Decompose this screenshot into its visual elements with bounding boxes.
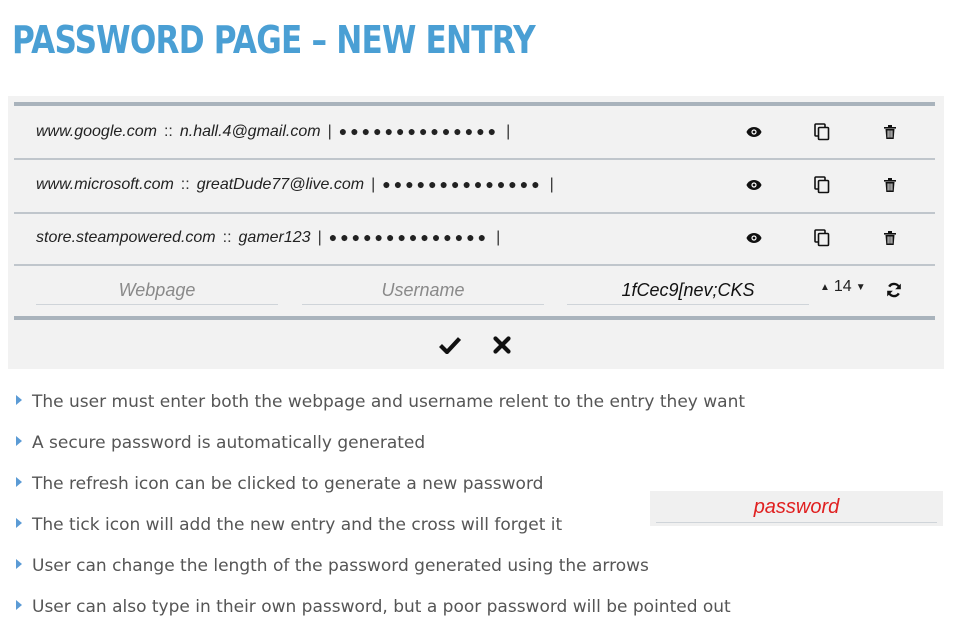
- password-input[interactable]: 1fCec9[nev;CKS: [567, 276, 809, 305]
- entry-username: greatDude77@live.com: [196, 176, 365, 193]
- bullet-item: User can change the length of the passwo…: [16, 556, 649, 576]
- eye-icon[interactable]: [744, 175, 764, 195]
- bullet-text: User can change the length of the passwo…: [32, 556, 649, 576]
- entry-separator: ::: [180, 176, 190, 193]
- entry-masked-password: ●●●●●●●●●●●●●●: [338, 123, 500, 139]
- username-input[interactable]: Username: [302, 276, 544, 305]
- entry-pipe-end: |: [496, 229, 501, 246]
- bullet-arrow-icon: [16, 518, 22, 528]
- length-stepper: ▲ 14 ▼: [820, 278, 866, 296]
- entry-separator: ::: [163, 123, 173, 140]
- bullet-text: The refresh icon can be clicked to gener…: [32, 474, 544, 494]
- bullet-item: User can also type in their own password…: [16, 597, 731, 617]
- bottom-divider: [14, 316, 935, 320]
- bullet-arrow-icon: [16, 436, 22, 446]
- length-decrease-arrow-icon[interactable]: ▼: [856, 282, 866, 293]
- password-entry-row: www.google.com:: n.hall.4@gmail.com | ●●●●●…: [14, 106, 935, 158]
- trash-icon[interactable]: [880, 122, 900, 142]
- entry-text: www.google.com:: n.hall.4@gmail.com | ●●●●●…: [36, 123, 517, 141]
- entry-site: www.google.com: [36, 123, 157, 140]
- copy-icon[interactable]: [812, 228, 832, 248]
- bullet-item: The user must enter both the webpage and…: [16, 392, 745, 412]
- bullet-text: The tick icon will add the new entry and…: [32, 515, 563, 535]
- entry-pipe-end: |: [506, 123, 511, 140]
- bullet-text: The user must enter both the webpage and…: [32, 392, 746, 412]
- eye-icon[interactable]: [744, 228, 764, 248]
- entry-username: n.hall.4@gmail.com: [179, 123, 321, 140]
- webpage-input[interactable]: Webpage: [36, 276, 278, 305]
- entry-masked-password: ●●●●●●●●●●●●●●: [382, 176, 543, 192]
- page-title: PASSWORD PAGE – NEW ENTRY: [12, 18, 536, 62]
- password-entry-row: store.steampowered.com:: gamer123 | ●●●●●●●…: [14, 212, 935, 264]
- entry-site: www.microsoft.com: [36, 176, 174, 193]
- bullet-item: The refresh icon can be clicked to gener…: [16, 474, 543, 494]
- password-panel: www.google.com:: n.hall.4@gmail.com | ●●●●●…: [8, 96, 944, 369]
- bullet-arrow-icon: [16, 477, 22, 487]
- check-icon[interactable]: [438, 334, 462, 356]
- password-entry-row: www.microsoft.com:: greatDude77@live.com |…: [14, 159, 935, 211]
- bullet-text: User can also type in their own password…: [32, 597, 731, 617]
- new-entry-row: Webpage Username 1fCec9[nev;CKS ▲ 14 ▼: [14, 264, 935, 316]
- entry-text: store.steampowered.com:: gamer123 | ●●●●●●●…: [36, 229, 507, 247]
- entry-username: gamer123: [238, 229, 311, 246]
- refresh-icon[interactable]: [884, 280, 904, 300]
- weak-password-text: password: [753, 496, 840, 518]
- bullet-item: The tick icon will add the new entry and…: [16, 515, 562, 535]
- entry-pipe: |: [371, 176, 376, 193]
- entry-pipe-end: |: [549, 176, 554, 193]
- entry-pipe: |: [317, 229, 322, 246]
- length-increase-arrow-icon[interactable]: ▲: [820, 282, 830, 293]
- trash-icon[interactable]: [880, 175, 900, 195]
- copy-icon[interactable]: [812, 122, 832, 142]
- entry-separator: ::: [222, 229, 232, 246]
- weak-password-example: password: [650, 491, 943, 526]
- entry-text: www.microsoft.com:: greatDude77@live.com |…: [36, 176, 561, 194]
- bullet-arrow-icon: [16, 395, 22, 405]
- cross-icon[interactable]: [490, 334, 514, 356]
- entry-masked-password: ●●●●●●●●●●●●●●: [328, 229, 490, 245]
- bullet-item: A secure password is automatically gener…: [16, 433, 425, 453]
- password-length-value: 14: [833, 278, 852, 295]
- eye-icon[interactable]: [744, 122, 764, 142]
- input-underline: [656, 522, 937, 523]
- trash-icon[interactable]: [880, 228, 900, 248]
- entry-site: store.steampowered.com: [36, 229, 216, 246]
- bullet-arrow-icon: [16, 559, 22, 569]
- copy-icon[interactable]: [812, 175, 832, 195]
- entry-pipe: |: [327, 123, 332, 140]
- bullet-arrow-icon: [16, 600, 22, 610]
- bullet-text: A secure password is automatically gener…: [32, 433, 426, 453]
